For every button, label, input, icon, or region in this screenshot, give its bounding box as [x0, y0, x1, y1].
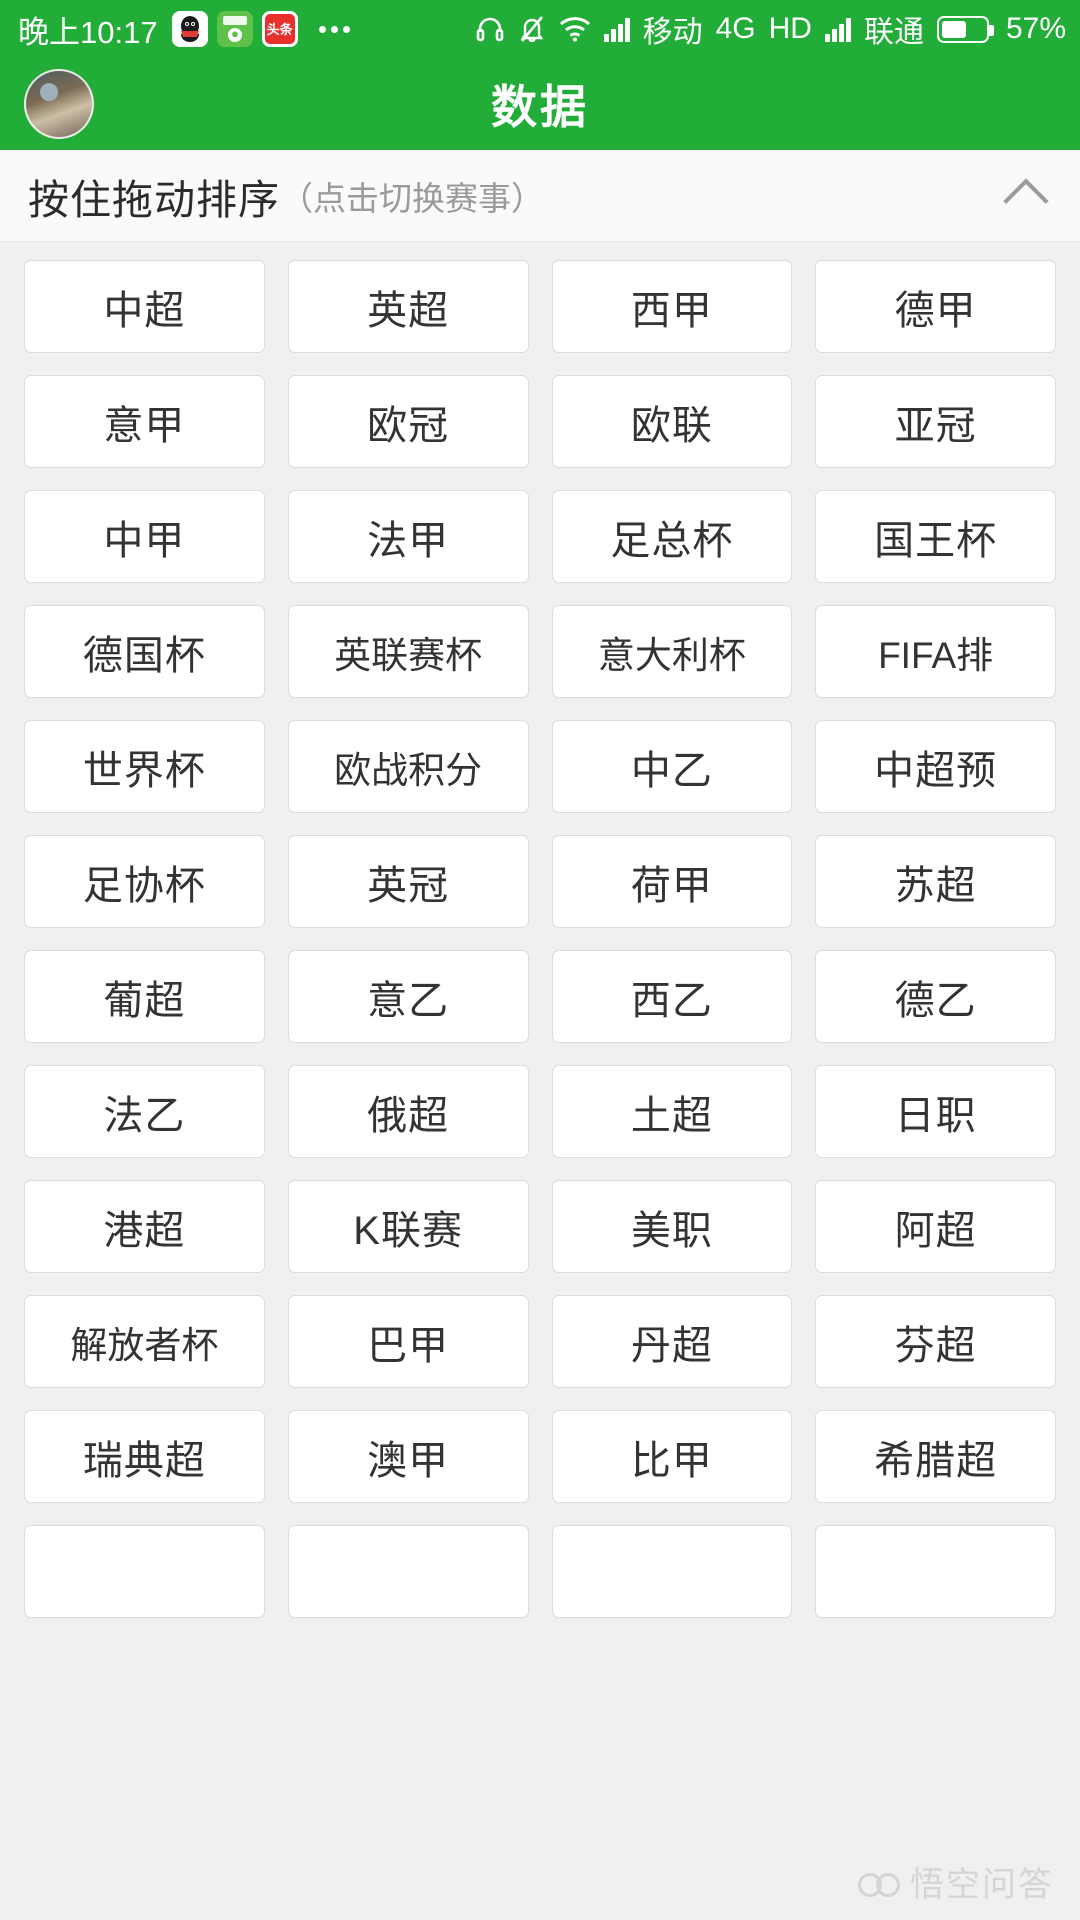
league-tile[interactable]: 意甲	[24, 375, 265, 468]
user-avatar[interactable]	[24, 69, 94, 139]
league-tile[interactable]: 巴甲	[287, 1295, 529, 1388]
league-tile[interactable]: 瑞典超	[24, 1410, 265, 1503]
league-tile[interactable]: FIFA排	[815, 605, 1056, 698]
app-header: 数据	[0, 58, 1080, 150]
league-tile[interactable]: 中乙	[551, 720, 793, 813]
more-notifications-icon	[318, 25, 350, 33]
league-tile[interactable]: 足总杯	[551, 490, 793, 583]
battery-percent: 57%	[1005, 12, 1066, 45]
league-tile[interactable]: 芬超	[815, 1295, 1056, 1388]
league-tile[interactable]: 俄超	[287, 1065, 529, 1158]
league-tile[interactable]: 阿超	[815, 1180, 1056, 1273]
league-tile[interactable]: 西乙	[551, 950, 793, 1043]
watermark: 悟空问答	[858, 1857, 1054, 1906]
carrier-name-2: 联通	[863, 16, 924, 49]
league-tile[interactable]: 法乙	[24, 1065, 265, 1158]
league-tile[interactable]: 丹超	[551, 1295, 793, 1388]
league-tile[interactable]: 意乙	[287, 950, 529, 1043]
league-tile[interactable]: 苏超	[815, 835, 1056, 928]
league-tile[interactable]: 亚冠	[815, 375, 1056, 468]
league-tile[interactable]: 世界杯	[24, 720, 265, 813]
toutiao-icon: 头条	[261, 11, 298, 47]
sort-instruction-sub: （点击切换赛事）	[280, 179, 544, 217]
league-tile[interactable]: 比甲	[551, 1410, 793, 1503]
league-tile[interactable]: 德国杯	[24, 605, 265, 698]
league-tile[interactable]: 西甲	[551, 260, 793, 353]
wukong-logo-icon	[858, 1867, 900, 1897]
toutiao-label: 头条	[264, 14, 295, 44]
league-tile[interactable]: 英超	[287, 260, 529, 353]
league-tile[interactable]: 国王杯	[815, 490, 1056, 583]
league-tile[interactable]: 英联赛杯	[287, 605, 529, 698]
league-tile[interactable]: 意大利杯	[551, 605, 793, 698]
signal-bars-icon-1	[603, 16, 630, 42]
league-tile[interactable]: 希腊超	[815, 1410, 1056, 1503]
league-tile[interactable]: 欧战积分	[287, 720, 529, 813]
sort-instruction-bar[interactable]: 按住拖动排序 （点击切换赛事）	[0, 150, 1080, 242]
battery-icon	[936, 15, 994, 43]
network-type-label: 4G	[715, 12, 756, 45]
league-tile[interactable]: 欧联	[551, 375, 793, 468]
headset-icon	[475, 14, 505, 44]
wifi-icon	[559, 16, 591, 42]
league-tile[interactable]: 土超	[551, 1065, 793, 1158]
league-tile[interactable]: 葡超	[24, 950, 265, 1043]
page-title: 数据	[491, 81, 589, 133]
league-tile[interactable]	[551, 1525, 793, 1618]
league-grid: 中超 英超 西甲 德甲意甲 欧冠 欧联 亚冠中甲 法甲 足总杯 国王杯德国杯 英联赛杯 意大利杯 FIF…	[24, 260, 1056, 1618]
soccer-app-icon	[216, 11, 253, 47]
status-time: 晚上10:17	[18, 14, 158, 50]
bell-muted-icon	[518, 14, 546, 44]
signal-bars-icon-2	[824, 16, 851, 42]
hd-label: HD	[768, 12, 812, 45]
league-tile[interactable]: 中甲	[24, 490, 265, 583]
league-tile[interactable]: 荷甲	[551, 835, 793, 928]
league-tile[interactable]: 英冠	[287, 835, 529, 928]
league-tile[interactable]: 欧冠	[287, 375, 529, 468]
league-tile[interactable]: 德甲	[815, 260, 1056, 353]
league-tile[interactable]: 日职	[815, 1065, 1056, 1158]
league-tile[interactable]: K联赛	[287, 1180, 529, 1273]
league-tile[interactable]	[815, 1525, 1056, 1618]
notification-app-icons: 头条	[171, 11, 350, 47]
league-tile[interactable]	[287, 1525, 529, 1618]
league-tile[interactable]: 美职	[551, 1180, 793, 1273]
league-tile[interactable]: 中超预	[815, 720, 1056, 813]
league-tile[interactable]: 澳甲	[287, 1410, 529, 1503]
league-tile[interactable]: 法甲	[287, 490, 529, 583]
chevron-up-icon[interactable]	[1002, 172, 1050, 220]
sort-instruction-main: 按住拖动排序	[28, 176, 280, 223]
qq-icon	[171, 11, 208, 47]
carrier-name-1: 移动	[642, 16, 703, 49]
watermark-text: 悟空问答	[910, 1866, 1054, 1904]
league-grid-container: 中超 英超 西甲 德甲意甲 欧冠 欧联 亚冠中甲 法甲 足总杯 国王杯德国杯 英联赛杯 意大利杯 FIF…	[0, 242, 1080, 1920]
league-tile[interactable]	[24, 1525, 265, 1618]
league-tile[interactable]: 中超	[24, 260, 265, 353]
league-tile[interactable]: 足协杯	[24, 835, 265, 928]
league-tile[interactable]: 解放者杯	[24, 1295, 265, 1388]
status-bar: 晚上10:17 头条 移动 4G HD 联通 57%	[0, 0, 1080, 58]
league-tile[interactable]: 港超	[24, 1180, 265, 1273]
league-tile[interactable]: 德乙	[815, 950, 1056, 1043]
